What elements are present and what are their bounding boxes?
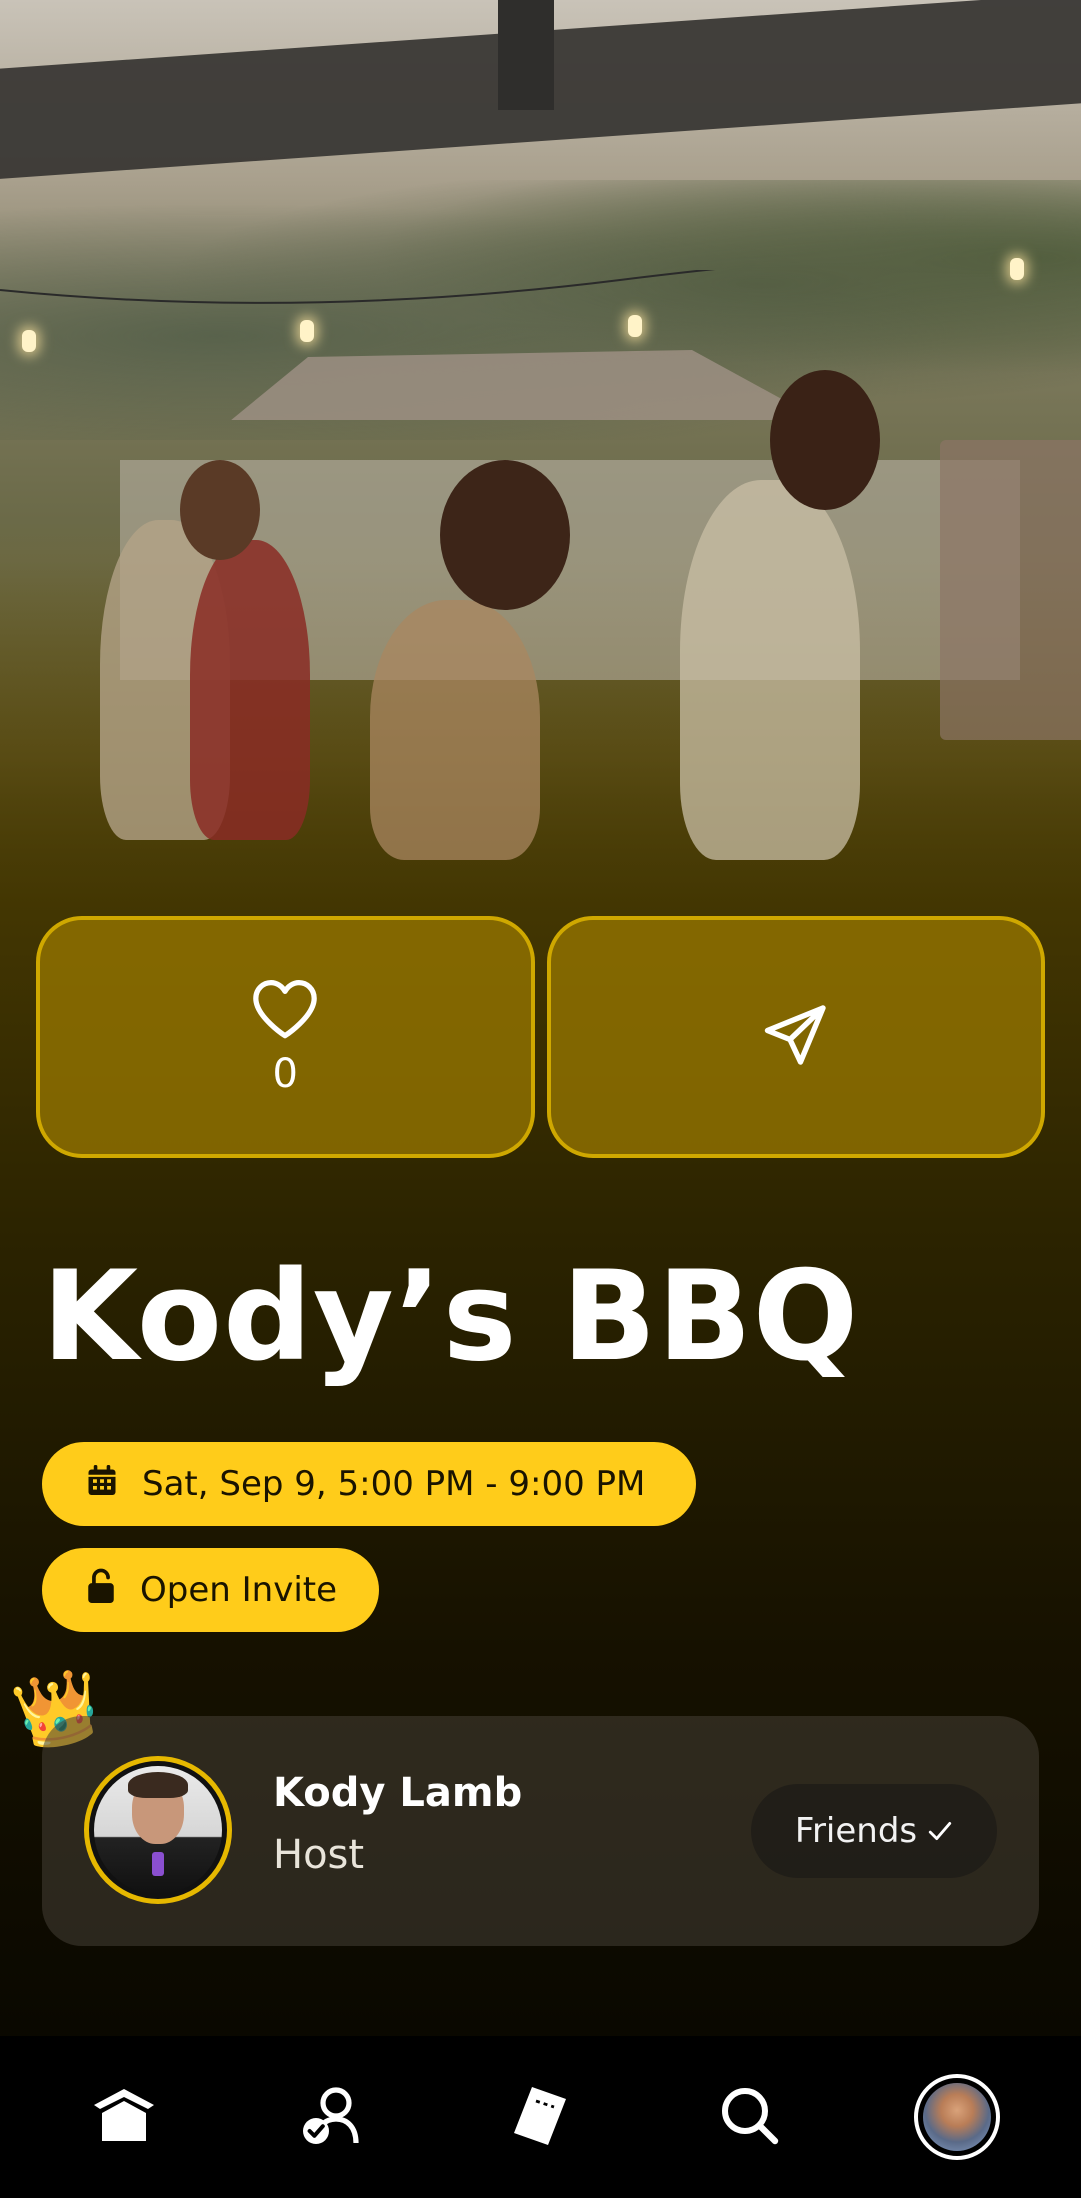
bottom-tab-bar (0, 2036, 1081, 2198)
date-time-pill[interactable]: Sat, Sep 9, 5:00 PM - 9:00 PM (42, 1442, 696, 1526)
host-role: Host (273, 1832, 365, 1878)
share-button[interactable] (546, 916, 1045, 1158)
guest-head (770, 370, 880, 510)
like-count: 0 (272, 1051, 298, 1097)
pergola-post (498, 0, 554, 110)
grill (940, 440, 1081, 740)
tab-home[interactable] (69, 2062, 179, 2172)
check-icon (927, 1811, 953, 1851)
privacy-pill[interactable]: Open Invite (42, 1548, 379, 1632)
host-card[interactable]: Kody Lamb Host Friends (42, 1716, 1039, 1946)
string-lights (0, 258, 1081, 352)
host-avatar[interactable] (84, 1756, 232, 1904)
home-icon (92, 2087, 156, 2147)
unlock-icon (84, 1567, 118, 1614)
guest-figure (680, 480, 860, 860)
guest-figure (370, 600, 540, 860)
like-button[interactable]: 0 (36, 916, 535, 1158)
tab-search[interactable] (694, 2062, 804, 2172)
event-title: Kody’s BBQ (42, 1245, 860, 1389)
date-time-text: Sat, Sep 9, 5:00 PM - 9:00 PM (142, 1464, 646, 1504)
tab-friends[interactable] (277, 2062, 387, 2172)
privacy-text: Open Invite (140, 1570, 338, 1610)
host-name: Kody Lamb (273, 1770, 523, 1816)
search-icon (719, 2085, 779, 2149)
friends-icon (299, 2083, 365, 2151)
profile-avatar (913, 2074, 1000, 2160)
heart-icon (250, 977, 320, 1043)
tab-profile[interactable] (902, 2062, 1012, 2172)
guest-head (440, 460, 570, 610)
host-photo (94, 1766, 222, 1894)
tab-tickets[interactable] (485, 2062, 595, 2172)
string-lights-wire (0, 270, 716, 304)
send-icon (760, 999, 832, 1075)
guest-head (180, 460, 260, 560)
ticket-icon (510, 2083, 570, 2151)
profile-photo (922, 2083, 991, 2151)
friends-label: Friends (794, 1811, 918, 1851)
friends-button[interactable]: Friends (751, 1784, 997, 1878)
event-actions: 0 (36, 916, 1045, 1158)
calendar-icon (84, 1461, 120, 1508)
guest-figure (190, 540, 310, 840)
